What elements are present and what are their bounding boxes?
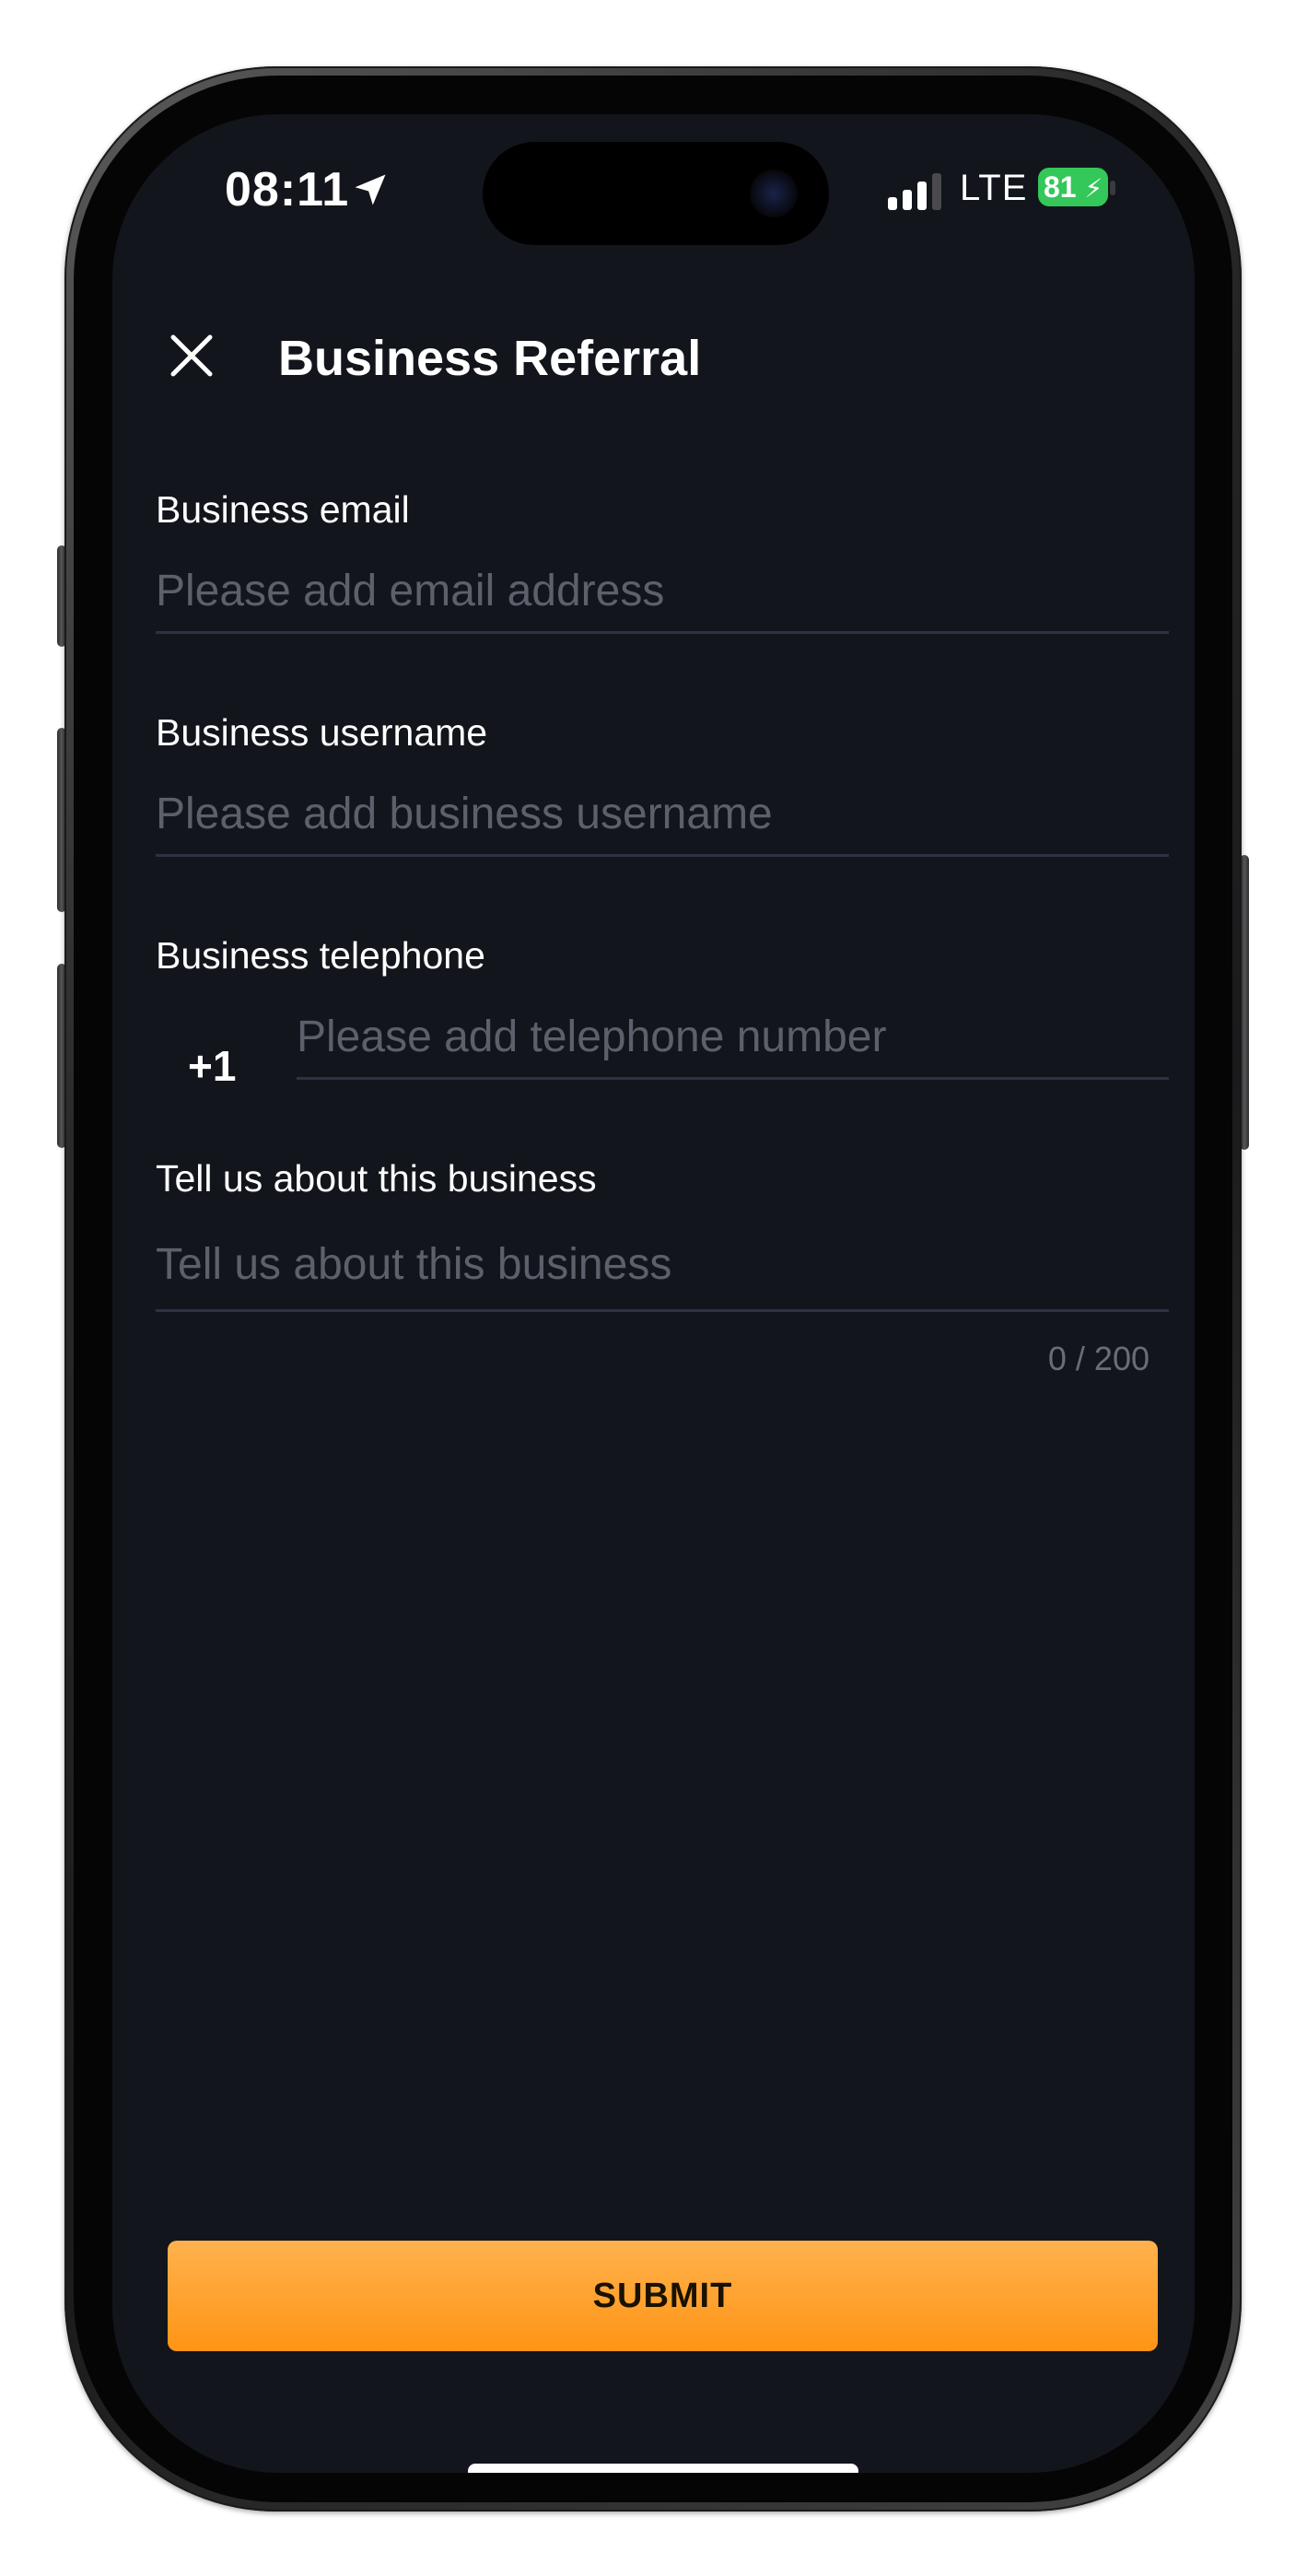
submit-button[interactable]: SUBMIT bbox=[168, 2241, 1158, 2351]
username-label: Business username bbox=[156, 711, 488, 754]
cellular-signal-icon bbox=[888, 173, 941, 210]
battery-cap bbox=[1110, 181, 1115, 195]
about-business-field[interactable] bbox=[156, 1220, 1169, 1312]
telephone-field[interactable] bbox=[297, 997, 1169, 1080]
about-label: Tell us about this business bbox=[156, 1157, 597, 1200]
device-mockup: 08:11 LTE 81 ⚡ Business Referral Busines… bbox=[0, 0, 1307, 2576]
dynamic-island bbox=[483, 142, 829, 245]
app-screen: 08:11 LTE 81 ⚡ Business Referral Busines… bbox=[112, 114, 1195, 2473]
telephone-label: Business telephone bbox=[156, 934, 485, 977]
email-field[interactable] bbox=[156, 551, 1169, 634]
close-icon[interactable] bbox=[168, 332, 216, 380]
username-field[interactable] bbox=[156, 774, 1169, 857]
battery-charging-icon: 81 ⚡ bbox=[1038, 168, 1108, 206]
country-code-selector[interactable]: +1 bbox=[188, 1041, 236, 1091]
location-arrow-icon bbox=[355, 174, 386, 205]
character-counter: 0 / 200 bbox=[1047, 1340, 1149, 1377]
charging-bolt-icon: ⚡ bbox=[1084, 174, 1103, 203]
network-type: LTE bbox=[960, 168, 1028, 208]
battery-level: 81 bbox=[1044, 170, 1077, 204]
front-camera-icon bbox=[750, 170, 798, 217]
email-label: Business email bbox=[156, 488, 410, 531]
home-indicator[interactable] bbox=[468, 2464, 858, 2473]
status-time: 08:11 bbox=[225, 163, 350, 217]
page-title: Business Referral bbox=[278, 331, 702, 386]
